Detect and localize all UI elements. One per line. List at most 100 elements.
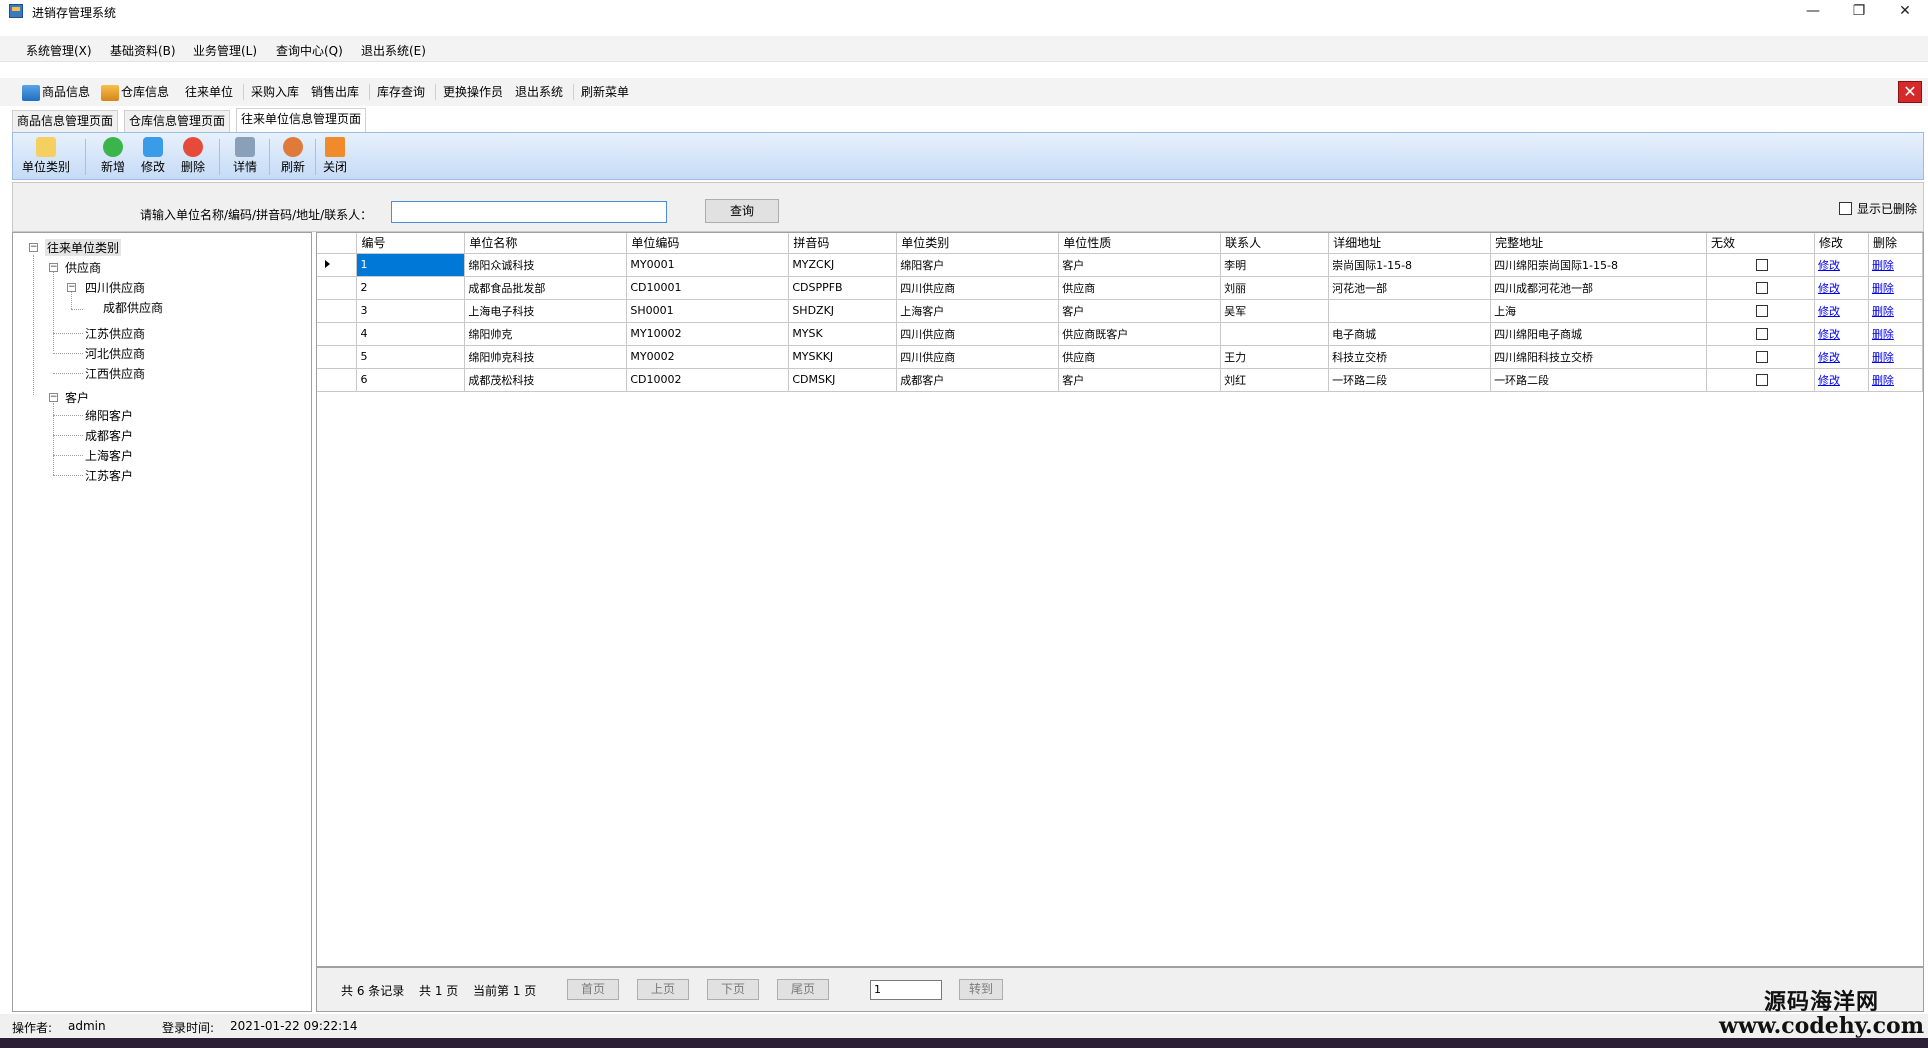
cell-full-address[interactable]: 四川成都河花池一部 [1490, 276, 1708, 300]
cell-name[interactable]: 成都食品批发部 [464, 276, 628, 300]
cell-id[interactable]: 6 [356, 368, 466, 392]
col-header-contact[interactable]: 联系人 [1220, 233, 1330, 254]
tree-node-jiangsu-customers[interactable]: 江苏客户 [85, 467, 133, 484]
cell-address[interactable]: 崇尚国际1-15-8 [1328, 253, 1492, 277]
toolbar-partners[interactable]: 往来单位 [185, 82, 233, 102]
col-header-invalid[interactable]: 无效 [1706, 233, 1815, 254]
minimize-button[interactable]: — [1790, 0, 1836, 24]
prev-page-button[interactable]: 上页 [637, 979, 689, 1000]
tree-node-jiangxi-suppliers[interactable]: 江西供应商 [85, 365, 145, 382]
show-deleted-checkbox[interactable] [1839, 202, 1852, 215]
cell-full-address[interactable]: 四川绵阳科技立交桥 [1490, 345, 1708, 369]
col-header-id[interactable]: 编号 [356, 233, 466, 254]
cell-address[interactable]: 电子商城 [1328, 322, 1492, 346]
cell-code[interactable]: SH0001 [626, 299, 790, 323]
edit-row-link[interactable]: 修改 [1818, 374, 1840, 387]
add-button[interactable]: 新增 [93, 135, 133, 177]
maximize-button[interactable]: ❐ [1836, 0, 1882, 24]
tree-node-customers[interactable]: 客户 [65, 389, 89, 406]
page-number-input[interactable]: 1 [870, 980, 942, 1000]
cell-id[interactable]: 2 [356, 276, 466, 300]
delete-row-link[interactable]: 删除 [1872, 259, 1894, 272]
toolbar-exit-system[interactable]: 退出系统 [515, 82, 563, 102]
row-header[interactable] [317, 345, 358, 369]
menu-query-center[interactable]: 查询中心(Q) [276, 42, 343, 59]
col-header-code[interactable]: 单位编码 [626, 233, 790, 254]
last-page-button[interactable]: 尾页 [777, 979, 829, 1000]
table-row[interactable]: 1 绵阳众诚科技 MY0001 MYZCKJ 绵阳客户 客户 李明 崇尚国际1-15-8 四川绵… [317, 253, 1923, 277]
cell-name[interactable]: 绵阳众诚科技 [464, 253, 628, 277]
row-header[interactable] [317, 253, 358, 277]
tree-node-chengdu-customers[interactable]: 成都客户 [85, 427, 133, 444]
cell-name[interactable]: 上海电子科技 [464, 299, 628, 323]
first-page-button[interactable]: 首页 [567, 979, 619, 1000]
invalid-checkbox[interactable] [1755, 305, 1768, 317]
cell-address[interactable] [1328, 299, 1492, 323]
delete-button[interactable]: 删除 [173, 135, 213, 177]
cell-full-address[interactable]: 四川绵阳崇尚国际1-15-8 [1490, 253, 1708, 277]
cell-pinyin[interactable]: MYSKKJ [788, 345, 898, 369]
edit-row-link[interactable]: 修改 [1818, 328, 1840, 341]
menu-exit-system[interactable]: 退出系统(E) [361, 42, 426, 59]
unit-category-button[interactable]: 单位类别 [21, 135, 71, 177]
tab-warehouses[interactable]: 仓库信息管理页面 [124, 110, 231, 132]
table-row[interactable]: 3 上海电子科技 SH0001 SHDZKJ 上海客户 客户 吴军 上海 修改 删除 [317, 299, 1923, 323]
edit-button[interactable]: 修改 [133, 135, 173, 177]
invalid-checkbox[interactable] [1755, 328, 1768, 340]
delete-row-link[interactable]: 删除 [1872, 351, 1894, 364]
table-row[interactable]: 4 绵阳帅克 MY10002 MYSK 四川供应商 供应商既客户 电子商城 四川绵阳电子商城 修… [317, 322, 1923, 346]
cell-code[interactable]: MY0002 [626, 345, 790, 369]
toolbar-warehouses[interactable]: 仓库信息 [101, 82, 169, 102]
cell-contact[interactable]: 李明 [1220, 253, 1330, 277]
cell-contact[interactable]: 刘丽 [1220, 276, 1330, 300]
toolbar-change-operator[interactable]: 更换操作员 [443, 82, 503, 102]
cell-code[interactable]: CD10002 [626, 368, 790, 392]
menu-basic-data[interactable]: 基础资料(B) [110, 42, 176, 59]
tree-node-chengdu-suppliers[interactable]: 成都供应商 [103, 299, 163, 316]
goto-page-button[interactable]: 转到 [959, 979, 1003, 1000]
cell-id[interactable]: 5 [356, 345, 466, 369]
cell-name[interactable]: 绵阳帅克科技 [464, 345, 628, 369]
cell-full-address[interactable]: 一环路二段 [1490, 368, 1708, 392]
cell-contact[interactable] [1220, 322, 1330, 346]
search-input[interactable] [391, 201, 667, 223]
cell-type[interactable]: 供应商 [1058, 345, 1222, 369]
toolbar-refresh-menu[interactable]: 刷新菜单 [581, 82, 629, 102]
delete-row-link[interactable]: 删除 [1872, 305, 1894, 318]
col-header-delete[interactable]: 删除 [1868, 233, 1923, 254]
toolbar-sales-out[interactable]: 销售出库 [311, 82, 359, 102]
cell-type[interactable]: 供应商 [1058, 276, 1222, 300]
table-row[interactable]: 5 绵阳帅克科技 MY0002 MYSKKJ 四川供应商 供应商 王力 科技立交桥 四川绵阳科技… [317, 345, 1923, 369]
cell-address[interactable]: 河花池一部 [1328, 276, 1492, 300]
cell-category[interactable]: 上海客户 [896, 299, 1060, 323]
cell-id[interactable]: 3 [356, 299, 466, 323]
cell-code[interactable]: MY10002 [626, 322, 790, 346]
tree-node-jiangsu-suppliers[interactable]: 江苏供应商 [85, 325, 145, 342]
delete-row-link[interactable]: 删除 [1872, 374, 1894, 387]
edit-row-link[interactable]: 修改 [1818, 305, 1840, 318]
edit-row-link[interactable]: 修改 [1818, 259, 1840, 272]
delete-row-link[interactable]: 删除 [1872, 328, 1894, 341]
toolbar-stock-query[interactable]: 库存查询 [377, 82, 425, 102]
cell-id[interactable]: 4 [356, 322, 466, 346]
table-row[interactable]: 2 成都食品批发部 CD10001 CDSPPFB 四川供应商 供应商 刘丽 河花池一部 四川成… [317, 276, 1923, 300]
row-header[interactable] [317, 299, 358, 323]
tree-node-sichuan-suppliers[interactable]: 四川供应商 [85, 279, 145, 296]
cell-type[interactable]: 客户 [1058, 253, 1222, 277]
tree-node-mianyang-customers[interactable]: 绵阳客户 [85, 407, 133, 424]
invalid-checkbox[interactable] [1755, 351, 1768, 363]
toolbar-products[interactable]: 商品信息 [22, 82, 90, 102]
tree-node-root[interactable]: 往来单位类别 [45, 239, 122, 256]
invalid-checkbox[interactable] [1755, 374, 1768, 386]
cell-full-address[interactable]: 上海 [1490, 299, 1708, 323]
col-header-edit[interactable]: 修改 [1814, 233, 1869, 254]
col-header-name[interactable]: 单位名称 [464, 233, 628, 254]
cell-type[interactable]: 供应商既客户 [1058, 322, 1222, 346]
tree-node-shanghai-customers[interactable]: 上海客户 [85, 447, 133, 464]
col-header-full-address[interactable]: 完整地址 [1490, 233, 1708, 254]
invalid-checkbox[interactable] [1755, 282, 1768, 294]
cell-type[interactable]: 客户 [1058, 299, 1222, 323]
cell-id[interactable]: 1 [356, 253, 466, 277]
cell-contact[interactable]: 王力 [1220, 345, 1330, 369]
cell-contact[interactable]: 刘红 [1220, 368, 1330, 392]
